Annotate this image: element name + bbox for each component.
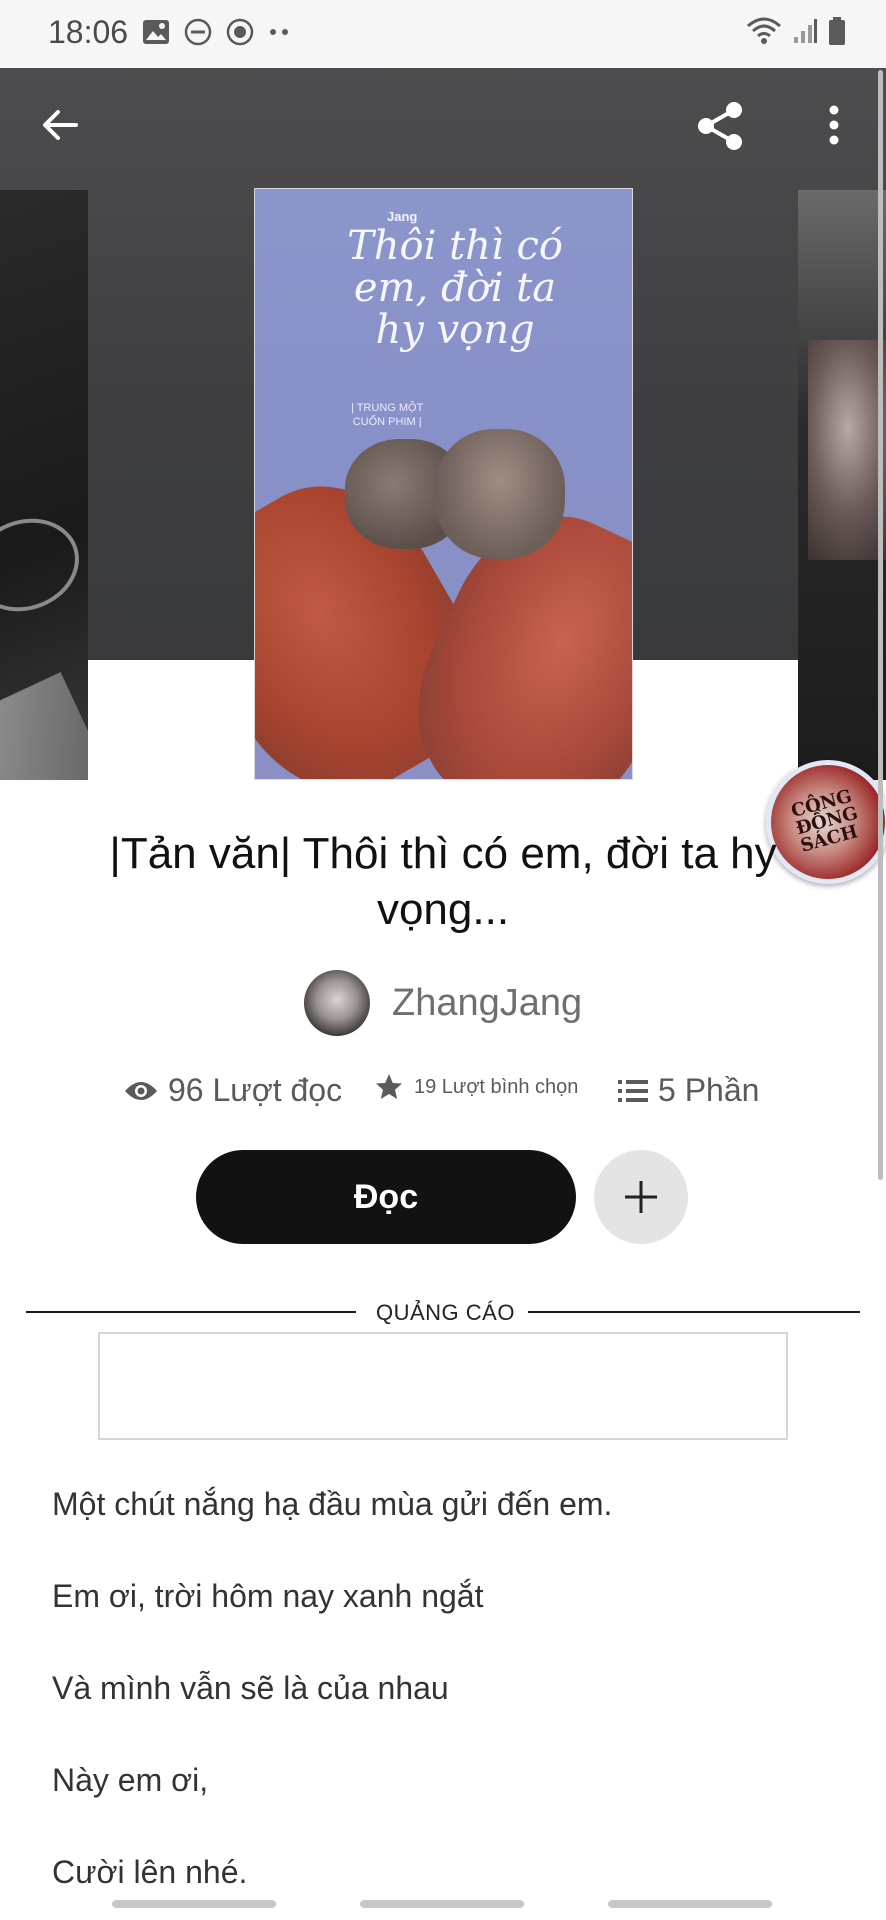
cover-subtitle-line: | TRUNG MỘT [351,402,424,414]
status-icons-right [746,16,846,46]
avatar[interactable] [304,970,370,1036]
read-button[interactable]: Đọc [196,1150,576,1244]
eye-icon [125,1081,157,1100]
cover-art-hand [435,429,565,559]
nav-home-button[interactable] [360,1900,524,1908]
back-icon[interactable] [36,100,86,150]
excerpt-line: Một chút nắng hạ đầu mùa gửi đến em. [52,1486,613,1522]
cover-title: Thôi thì có em, đời ta hy vọng [347,223,563,353]
system-nav-bar [0,1888,886,1920]
author-row[interactable]: ZhangJang [304,970,582,1036]
author-name[interactable]: ZhangJang [392,982,582,1025]
dnd-icon [184,18,212,46]
stat-parts: 5 Phần [618,1072,759,1109]
cover-subtitle: | TRUNG MỘT CUỐN PHIM | [351,401,423,429]
cover-subtitle-line: CUỐN PHIM | [352,416,422,428]
cover-next[interactable] [798,190,886,780]
stat-votes-label: 19 Lượt bình chọn [414,1075,579,1098]
cover-previous[interactable] [0,190,88,780]
excerpt-line: Em ơi, trời hôm nay xanh ngắt [52,1578,484,1614]
more-vert-icon[interactable] [816,100,852,150]
add-to-library-button[interactable] [594,1150,688,1244]
status-icons-left [142,18,292,46]
ad-divider: QUẢNG CÁO [26,1300,860,1334]
plus-icon [625,1181,657,1213]
cover-previous-art [0,503,88,627]
list-icon [618,1079,648,1102]
ad-divider-line [528,1311,860,1313]
status-time: 18:06 [48,14,129,50]
cover-previous-art [0,672,88,780]
cover-author: Jang [387,209,418,224]
wifi-icon [747,17,781,44]
story-stats: 96 Lượt đọc 19 Lượt bình chọn 5 Phần [124,1072,784,1122]
battery-icon [829,17,845,45]
status-bar: 18:06 [0,0,886,68]
excerpt-line: Này em ơi, [52,1762,209,1798]
stat-parts-label: 5 Phần [658,1072,760,1108]
excerpt-line: Cười lên nhé. [52,1854,248,1890]
stat-reads-label: 96 Lượt đọc [168,1072,343,1108]
ad-divider-line [26,1311,356,1313]
nav-recents-button[interactable] [112,1900,276,1908]
cover-current[interactable]: Jang Thôi thì có em, đời ta hy vọng | TR… [254,188,633,780]
story-title: |Tản văn| Thôi thì có em, đời ta hy vọng… [109,829,777,934]
ad-label: QUẢNG CÁO [376,1300,515,1325]
browser-icon [226,18,254,46]
cover-next-art [808,340,886,560]
share-icon[interactable] [692,98,748,154]
stat-reads: 96 Lượt đọc [124,1072,342,1109]
nav-back-button[interactable] [608,1900,772,1908]
excerpt-line: Và mình vẫn sẽ là của nhau [52,1670,449,1706]
gallery-icon [143,20,169,44]
ad-slot[interactable] [98,1332,788,1440]
signal-icon [794,19,817,43]
star-icon [376,1074,402,1099]
scrollbar[interactable] [878,70,883,1180]
more-notifications-icon [270,29,288,35]
stat-votes: 19 Lượt bình chọn [374,1072,578,1102]
